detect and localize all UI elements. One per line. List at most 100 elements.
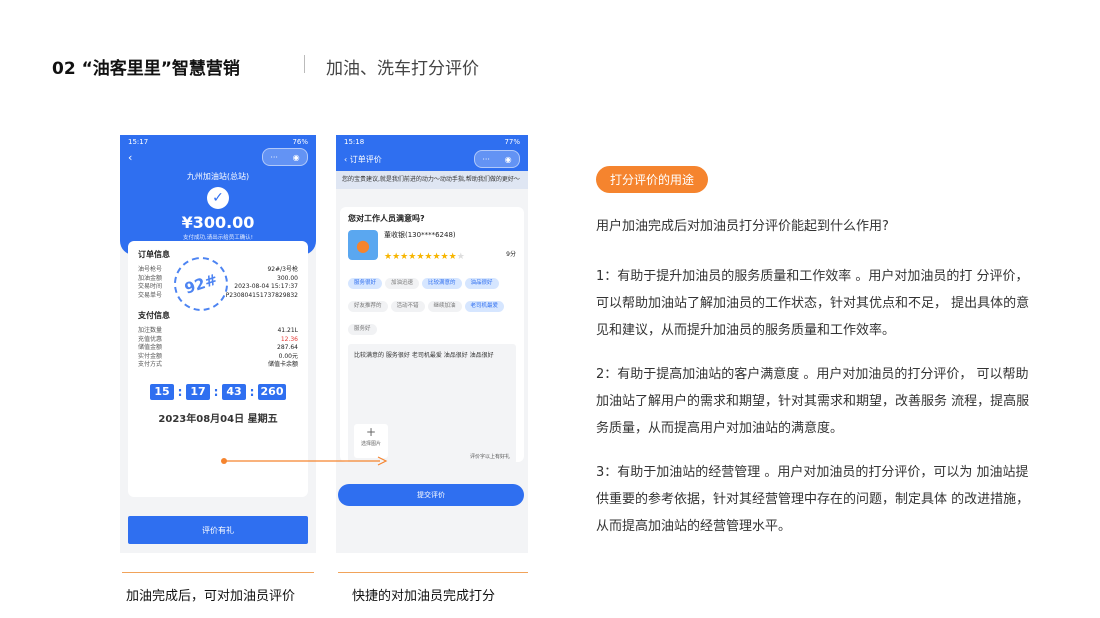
star-icon[interactable]: ★ (384, 252, 392, 262)
phone-payment-screen: 15:17 76% ‹ ··· ◉ 九州加油站(总站) ✓ ¥300.00 支付成… (120, 135, 316, 553)
live-clock: 15 : 17 : 43 : 260 (138, 383, 298, 400)
clock-millis: 260 (258, 383, 286, 400)
info-label: 充值优惠 (138, 335, 163, 343)
usage-badge: 打分评价的用途 (596, 166, 708, 193)
star-icon[interactable]: ★ (432, 252, 440, 262)
caption-line-left (122, 572, 314, 573)
point-1: 1：有助于提升加油员的服务质量和工作效率 。用户对加油员的打 分评价，可以帮助加… (596, 269, 1030, 338)
info-label: 交易时间 (138, 283, 163, 290)
close-target-icon[interactable]: ◉ (505, 155, 512, 164)
review-question: 您对工作人员满意吗? (348, 214, 425, 223)
info-row: 实付金额 0.00元 (138, 353, 298, 362)
info-label: 实付金额 (138, 352, 163, 360)
review-tag[interactable]: 油品很好 (464, 278, 499, 289)
clock-colon: : (213, 384, 219, 399)
page-subtitle: 加油、洗车打分评价 (326, 59, 479, 79)
status-time: 15:18 (344, 138, 365, 146)
miniapp-capsule[interactable]: ··· ◉ (262, 148, 308, 166)
success-check-icon: ✓ (207, 187, 229, 209)
clock-date: 2023年08月04日 星期五 (158, 413, 278, 425)
info-label: 加油金额 (138, 274, 163, 282)
miniapp-capsule[interactable]: ··· ◉ (474, 150, 520, 168)
more-icon[interactable]: ··· (270, 153, 278, 162)
plus-icon: + (365, 425, 377, 439)
review-tag[interactable]: 服务很好 (348, 278, 383, 289)
pay-info-title: 支付信息 (138, 311, 170, 320)
review-card: 您对工作人员满意吗? ● 董收银(130****6248) ★★★★★★★★★★… (340, 207, 524, 464)
clock-hours: 15 (150, 383, 174, 400)
status-time: 15:17 (128, 138, 149, 146)
title-divider (304, 55, 305, 73)
clock-colon: : (177, 384, 183, 399)
star-icon[interactable]: ★ (449, 252, 457, 262)
info-value: 储值卡余额 (267, 361, 298, 368)
info-label: 交易单号 (138, 291, 163, 299)
caption-left: 加油完成后，可对加油员评价 (126, 589, 296, 604)
flow-arrow (221, 456, 388, 466)
review-tag[interactable]: 加油迅速 (385, 278, 420, 289)
clock-colon: : (249, 384, 255, 399)
clock-seconds: 43 (222, 383, 246, 400)
info-label: 支付方式 (138, 361, 163, 368)
close-target-icon[interactable]: ◉ (293, 153, 300, 162)
pay-amount: ¥300.00 (181, 213, 255, 232)
review-tag[interactable]: 比较满意的 (422, 278, 462, 289)
star-icon[interactable]: ★ (457, 252, 465, 262)
star-icon[interactable]: ★ (441, 252, 449, 262)
rating-score: 9分 (506, 251, 516, 258)
oil-stamp-label: 92# (182, 270, 220, 298)
review-tag[interactable]: 老司机最爱 (464, 301, 505, 312)
oil-stamp: 92# (166, 249, 236, 319)
back-icon[interactable]: ‹ (128, 151, 132, 164)
review-tag[interactable]: 继续加油 (427, 301, 462, 312)
station-name: 九州加油站(总站) (186, 172, 250, 181)
info-value: 12.36 (280, 335, 298, 343)
info-row: 储值金额 287.64 (138, 344, 298, 353)
review-tag[interactable]: 好友推荐的 (348, 301, 388, 312)
info-label: 加注数量 (138, 327, 163, 334)
more-icon[interactable]: ··· (482, 155, 490, 164)
info-value: 300.00 (277, 274, 298, 282)
clock-minutes: 17 (186, 383, 210, 400)
caption-line-right (338, 572, 528, 573)
info-value: P230804151737829832 (225, 291, 298, 299)
page-title: 02 “油客里里”智慧营销 (52, 59, 240, 79)
nav-title: 订单评价 (349, 154, 382, 164)
avatar: ● (348, 230, 378, 260)
star-rating[interactable]: ★★★★★★★★★★ (384, 244, 465, 263)
info-value: 287.64 (277, 344, 298, 351)
order-info-title: 订单信息 (138, 250, 170, 259)
info-value: 2023-08-04 15:17:37 (234, 283, 298, 290)
info-label: 油号枪号 (138, 266, 163, 273)
tag-list: 服务很好 加油迅速 比较满意的 油品很好好友推荐的 活动不错 继续加油 老司机最爱服务好 (348, 269, 516, 338)
status-battery: 77% (504, 138, 520, 146)
phone-review-screen: 15:18 77% ‹ 订单评价 ··· ◉ 您的宝贵建议,就是我们前进的动力～动… (336, 135, 528, 553)
info-row: 加注数量 41.21L (138, 327, 298, 336)
intro-text: 用户加油完成后对加油员打分评价能起到什么作用? (596, 219, 889, 234)
staff-name: 董收银(130****6248) (384, 231, 456, 239)
review-tag[interactable]: 服务好 (348, 324, 377, 335)
submit-review-button[interactable]: 提交评价 (338, 484, 524, 506)
pay-note: 支付成功,请出示给员工确认! (183, 235, 253, 241)
status-bar: 15:17 76% (120, 135, 316, 149)
info-row: 充值优惠 12.36 (138, 336, 298, 345)
info-label: 储值金额 (138, 344, 163, 351)
upload-label: 选择图片 (360, 441, 381, 447)
comment-text: 比较满意的 服务很好 老司机最爱 油品很好 油品很好 (354, 352, 494, 359)
info-value: 41.21L (277, 327, 298, 334)
caption-right: 快捷的对加油员完成打分 (352, 589, 496, 604)
status-battery: 76% (292, 138, 308, 146)
point-3: 3：有助于加油站的经营管理 。用户对加油员的打分评价，可以为 加油站提供重要的参… (596, 465, 1030, 534)
star-icon[interactable]: ★ (392, 252, 400, 262)
review-tag[interactable]: 活动不错 (390, 301, 425, 312)
upload-image-button[interactable]: + 选择图片 (354, 424, 388, 458)
status-bar: 15:18 77% (336, 135, 528, 149)
notice-banner: 您的宝贵建议,就是我们前进的动力～动动手指,帮助我们做的更好～ (336, 171, 528, 189)
info-value: 92#/3号枪 (267, 266, 298, 273)
info-row: 支付方式 储值卡余额 (138, 361, 298, 370)
info-value: 0.00元 (278, 352, 298, 360)
comment-box[interactable]: 比较满意的 服务很好 老司机最爱 油品很好 油品很好 + 选择图片 评价字以上有… (348, 344, 516, 464)
point-2: 2：有助于提高加油站的客户满意度 。用户对加油员的打分评价， 可以帮助加油站了解… (596, 367, 1030, 436)
review-hint: 评价字以上有好礼 (469, 454, 510, 460)
review-gift-button[interactable]: 评价有礼 (128, 516, 308, 544)
